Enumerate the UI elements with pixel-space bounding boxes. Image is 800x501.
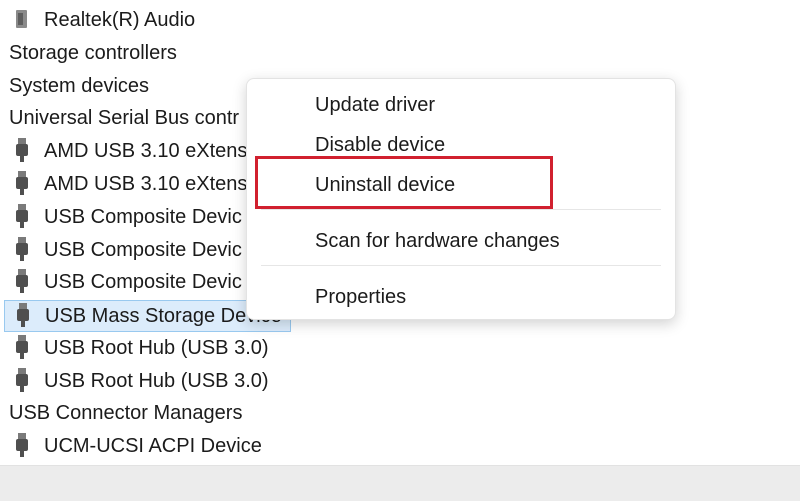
tree-item-label: Storage controllers [9, 42, 177, 64]
tree-item-label: AMD USB 3.10 eXtens [44, 173, 248, 195]
tree-item-label: USB Root Hub (USB 3.0) [44, 370, 269, 392]
tree-item-label: System devices [9, 75, 150, 97]
menu-separator [261, 209, 661, 210]
tree-item-usb-composite-1[interactable]: USB Composite Devic [14, 201, 242, 234]
tree-item-label: USB Composite Devic [44, 239, 242, 261]
tree-item-amd-usb-2[interactable]: AMD USB 3.10 eXtens [14, 168, 247, 201]
tree-item-label: USB Composite Devic [44, 206, 242, 228]
tree-item-usb-composite-2[interactable]: USB Composite Devic [14, 234, 242, 267]
menu-item-scan-hardware[interactable]: Scan for hardware changes [315, 223, 560, 259]
tree-item-label: USB Connector Managers [9, 402, 243, 424]
usb-plug-icon [14, 203, 30, 228]
tree-item-usb-root-hub-2[interactable]: USB Root Hub (USB 3.0) [14, 365, 269, 398]
tree-item-label: USB Root Hub (USB 3.0) [44, 337, 269, 359]
tree-item-usb-root-hub-1[interactable]: USB Root Hub (USB 3.0) [14, 332, 269, 365]
usb-plug-icon [14, 432, 30, 457]
tree-item-label: AMD USB 3.10 eXtens [44, 140, 248, 162]
tree-item-realtek-audio[interactable]: Realtek(R) Audio [14, 4, 195, 37]
status-bar [0, 465, 800, 501]
tree-category-usb-connector-managers[interactable]: USB Connector Managers [9, 397, 242, 430]
tree-category-usb-controllers[interactable]: Universal Serial Bus contr [9, 102, 239, 135]
usb-plug-icon [14, 137, 30, 162]
tree-item-label: Realtek(R) Audio [44, 9, 196, 31]
menu-item-update-driver[interactable]: Update driver [315, 87, 435, 123]
tree-item-usb-composite-3[interactable]: USB Composite Devic [14, 266, 242, 299]
menu-item-properties[interactable]: Properties [315, 279, 406, 315]
tree-item-label: Universal Serial Bus contr [9, 107, 240, 129]
usb-plug-icon [14, 268, 30, 293]
usb-plug-icon [14, 367, 30, 392]
tree-category-system-devices[interactable]: System devices [9, 70, 149, 103]
tree-category-storage-controllers[interactable]: Storage controllers [9, 37, 177, 70]
menu-separator [261, 265, 661, 266]
usb-plug-icon [15, 302, 31, 327]
tree-item-amd-usb-1[interactable]: AMD USB 3.10 eXtens [14, 135, 247, 168]
usb-plug-icon [14, 170, 30, 195]
annotation-highlight-box [255, 156, 553, 209]
usb-plug-icon [14, 334, 30, 359]
tree-item-ucm-ucsi-acpi[interactable]: UCM-UCSI ACPI Device [14, 430, 262, 463]
usb-plug-icon [14, 236, 30, 261]
tree-item-label: UCM-UCSI ACPI Device [44, 435, 262, 457]
tree-item-label: USB Composite Devic [44, 271, 242, 293]
speaker-icon [14, 7, 30, 31]
